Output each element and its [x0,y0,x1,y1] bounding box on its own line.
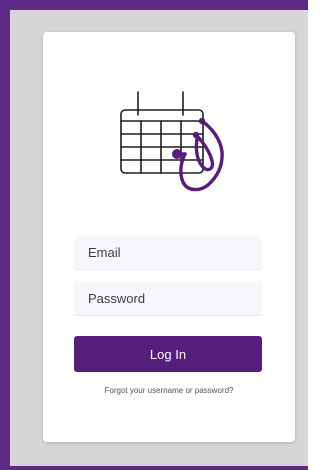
email-field[interactable] [74,236,262,270]
password-field[interactable] [74,282,262,316]
forgot-credentials-link[interactable]: Forgot your username or password? [43,386,295,395]
calendar-stethoscope-icon [113,84,231,202]
login-button[interactable]: Log In [74,336,262,372]
login-card: Log In Forgot your username or password? [43,32,295,442]
